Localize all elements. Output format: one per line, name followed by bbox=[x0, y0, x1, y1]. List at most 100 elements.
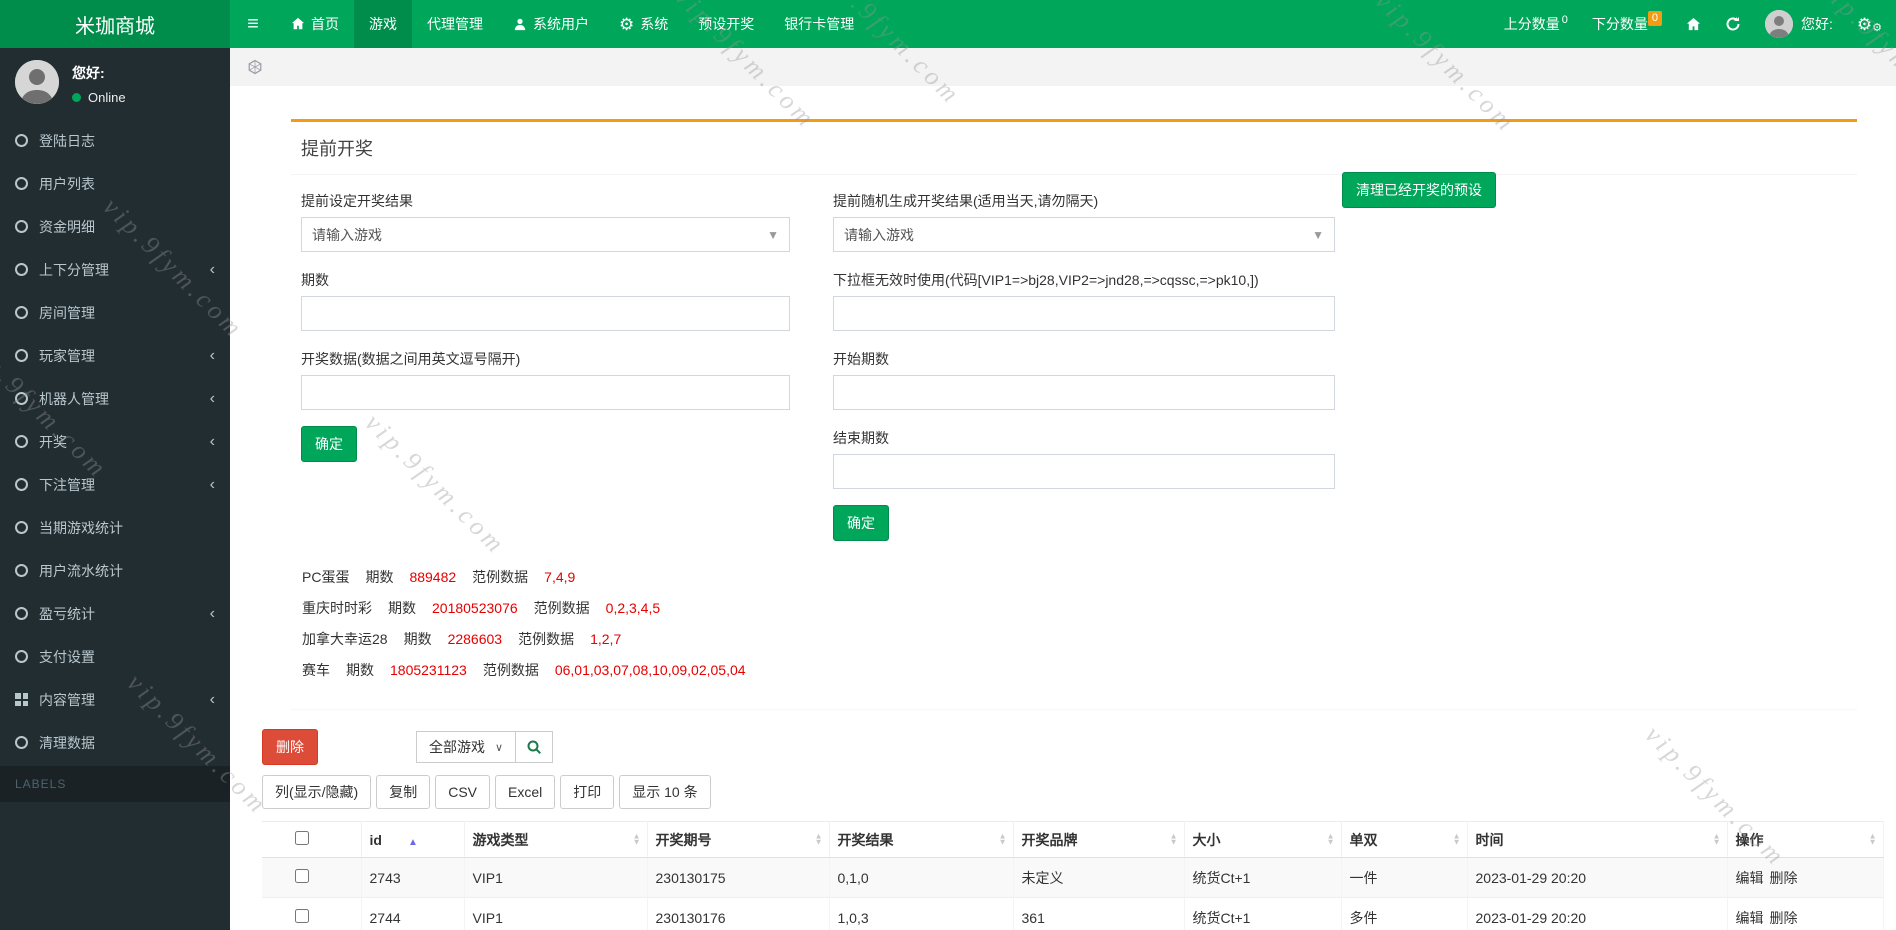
circle-icon bbox=[15, 392, 28, 405]
circle-icon bbox=[15, 220, 28, 233]
home-shortcut-icon[interactable] bbox=[1686, 17, 1701, 32]
search-button[interactable] bbox=[515, 731, 553, 763]
table-row: 2744 VIP1 230130176 1,0,3 361 统货Ct+1 多件 … bbox=[262, 898, 1883, 930]
sample-line: 重庆时时彩期数20180523076范例数据0,2,3,4,5 bbox=[302, 598, 1847, 618]
down-score-link[interactable]: 下分数量0 bbox=[1592, 14, 1662, 34]
delete-link[interactable]: 删除 bbox=[1770, 870, 1798, 886]
col-header-actions[interactable]: 操作▲▼ bbox=[1727, 822, 1883, 858]
caret-down-icon: ▼ bbox=[1312, 228, 1324, 242]
issue-label: 期数 bbox=[301, 270, 790, 290]
game-select[interactable]: 请输入游戏 ▼ bbox=[301, 217, 790, 252]
refresh-icon[interactable] bbox=[1725, 16, 1741, 32]
sidebar-item-bet-management[interactable]: 下注管理‹ bbox=[0, 463, 230, 506]
results-table-section: 删除 全部游戏 ∨ 列(显示/隐藏) 复制 CSV Excel 打印 显示 10… bbox=[262, 729, 1883, 930]
sidebar-item-user-flow-stats[interactable]: 用户流水统计 bbox=[0, 549, 230, 592]
game-select[interactable]: 请输入游戏 ▼ bbox=[833, 217, 1335, 252]
circle-icon bbox=[15, 521, 28, 534]
circle-icon bbox=[15, 736, 28, 749]
sidebar-menu: 登陆日志 用户列表 资金明细 上下分管理‹ 房间管理 玩家管理‹ 机器人管理‹ … bbox=[0, 119, 230, 764]
sample-data-block: PC蛋蛋期数889482范例数据7,4,9 重庆时时彩期数20180523076… bbox=[301, 567, 1847, 680]
gear-icon: ⚙ bbox=[619, 16, 634, 33]
sidebar-item-funds-detail[interactable]: 资金明细 bbox=[0, 205, 230, 248]
edit-link[interactable]: 编辑 bbox=[1736, 910, 1764, 926]
sidebar-user-panel: 您好: Online bbox=[0, 48, 230, 115]
edit-link[interactable]: 编辑 bbox=[1736, 870, 1764, 886]
excel-button[interactable]: Excel bbox=[495, 775, 555, 809]
preset-submit-button[interactable]: 确定 bbox=[301, 426, 357, 462]
nav-item-agents[interactable]: 代理管理 bbox=[412, 0, 498, 48]
page-length-button[interactable]: 显示 10 条 bbox=[619, 775, 710, 809]
col-header-size[interactable]: 大小▲▼ bbox=[1184, 822, 1341, 858]
breadcrumb-bar bbox=[230, 48, 1896, 86]
circle-icon bbox=[15, 263, 28, 276]
sidebar-item-robot-management[interactable]: 机器人管理‹ bbox=[0, 377, 230, 420]
col-header-parity[interactable]: 单双▲▼ bbox=[1341, 822, 1467, 858]
col-header-time[interactable]: 时间▲▼ bbox=[1467, 822, 1727, 858]
row-checkbox[interactable] bbox=[295, 869, 309, 883]
user-menu[interactable]: 您好: bbox=[1765, 10, 1833, 38]
col-header-game-type[interactable]: 游戏类型▲▼ bbox=[464, 822, 647, 858]
content-area: 提前开奖 清理已经开奖的预设 提前设定开奖结果 请输入游戏 ▼ 期数 bbox=[230, 48, 1896, 930]
csv-button[interactable]: CSV bbox=[435, 775, 490, 809]
sidebar-item-lottery[interactable]: 开奖‹ bbox=[0, 420, 230, 463]
chevron-left-icon: ‹ bbox=[210, 391, 215, 407]
select-all-checkbox[interactable] bbox=[295, 831, 309, 845]
table-row: 2743 VIP1 230130175 0,1,0 未定义 统货Ct+1 一件 … bbox=[262, 858, 1883, 898]
sidebar-item-profit-loss-stats[interactable]: 盈亏统计‹ bbox=[0, 592, 230, 635]
caret-down-icon: ∨ bbox=[495, 741, 503, 754]
circle-icon bbox=[15, 607, 28, 620]
print-button[interactable]: 打印 bbox=[560, 775, 614, 809]
nav-item-system[interactable]: ⚙ 系统 bbox=[604, 0, 683, 48]
col-header-issue[interactable]: 开奖期号▲▼ bbox=[647, 822, 829, 858]
sidebar-item-user-list[interactable]: 用户列表 bbox=[0, 162, 230, 205]
sidebar-item-payment-settings[interactable]: 支付设置 bbox=[0, 635, 230, 678]
chevron-left-icon: ‹ bbox=[210, 692, 215, 708]
nav-item-home[interactable]: 首页 bbox=[276, 0, 354, 48]
sort-icon: ▲▼ bbox=[815, 833, 823, 846]
row-checkbox[interactable] bbox=[295, 909, 309, 923]
sidebar-item-player-management[interactable]: 玩家管理‹ bbox=[0, 334, 230, 377]
issue-input[interactable] bbox=[301, 296, 790, 331]
nav-item-games[interactable]: 游戏 bbox=[354, 0, 412, 48]
clear-drawn-presets-button[interactable]: 清理已经开奖的预设 bbox=[1342, 172, 1496, 208]
end-issue-input[interactable] bbox=[833, 454, 1335, 489]
sample-line: PC蛋蛋期数889482范例数据7,4,9 bbox=[302, 567, 1847, 587]
sidebar-toggle-icon[interactable]: ≡ bbox=[230, 0, 276, 48]
copy-button[interactable]: 复制 bbox=[376, 775, 430, 809]
up-score-link[interactable]: 上分数量0 bbox=[1504, 14, 1568, 34]
game-code-input[interactable] bbox=[833, 296, 1335, 331]
down-score-badge: 0 bbox=[1648, 11, 1662, 26]
sidebar-item-clean-data[interactable]: 清理数据 bbox=[0, 721, 230, 764]
sort-icon: ▲▼ bbox=[1713, 833, 1721, 846]
delete-link[interactable]: 删除 bbox=[1770, 910, 1798, 926]
online-dot-icon bbox=[72, 93, 81, 102]
chevron-left-icon: ‹ bbox=[210, 477, 215, 493]
col-header-brand[interactable]: 开奖品牌▲▼ bbox=[1013, 822, 1184, 858]
sidebar-item-score-management[interactable]: 上下分管理‹ bbox=[0, 248, 230, 291]
search-icon bbox=[526, 739, 542, 755]
random-submit-button[interactable]: 确定 bbox=[833, 505, 889, 541]
sidebar: 您好: Online 登陆日志 用户列表 资金明细 上下分管理‹ 房间管理 玩家… bbox=[0, 48, 230, 930]
nav-item-system-users[interactable]: 系统用户 bbox=[498, 0, 604, 48]
hexagon-icon[interactable] bbox=[247, 59, 263, 75]
sidebar-item-content-management[interactable]: 内容管理‹ bbox=[0, 678, 230, 721]
circle-icon bbox=[15, 478, 28, 491]
sidebar-item-current-game-stats[interactable]: 当期游戏统计 bbox=[0, 506, 230, 549]
brand-logo[interactable]: 米珈商城 bbox=[0, 0, 230, 48]
settings-cogs-icon[interactable]: ⚙⚙ bbox=[1857, 16, 1882, 33]
lottery-data-input[interactable] bbox=[301, 375, 790, 410]
delete-selected-button[interactable]: 删除 bbox=[262, 729, 318, 765]
sidebar-item-login-log[interactable]: 登陆日志 bbox=[0, 119, 230, 162]
col-header-result[interactable]: 开奖结果▲▼ bbox=[829, 822, 1013, 858]
col-header-id[interactable]: id▲ bbox=[361, 822, 464, 858]
navbar-right: 上分数量0 下分数量0 您好: ⚙⚙ bbox=[1504, 0, 1896, 48]
start-issue-input[interactable] bbox=[833, 375, 1335, 410]
game-filter-select[interactable]: 全部游戏 ∨ bbox=[416, 731, 515, 763]
columns-toggle-button[interactable]: 列(显示/隐藏) bbox=[262, 775, 371, 809]
chevron-left-icon: ‹ bbox=[210, 434, 215, 450]
home-icon bbox=[291, 17, 305, 31]
nav-item-preset-lottery[interactable]: 预设开奖 bbox=[683, 0, 769, 48]
nav-item-bank-cards[interactable]: 银行卡管理 bbox=[769, 0, 869, 48]
sidebar-item-room-management[interactable]: 房间管理 bbox=[0, 291, 230, 334]
lottery-data-label: 开奖数据(数据之间用英文逗号隔开) bbox=[301, 349, 790, 369]
